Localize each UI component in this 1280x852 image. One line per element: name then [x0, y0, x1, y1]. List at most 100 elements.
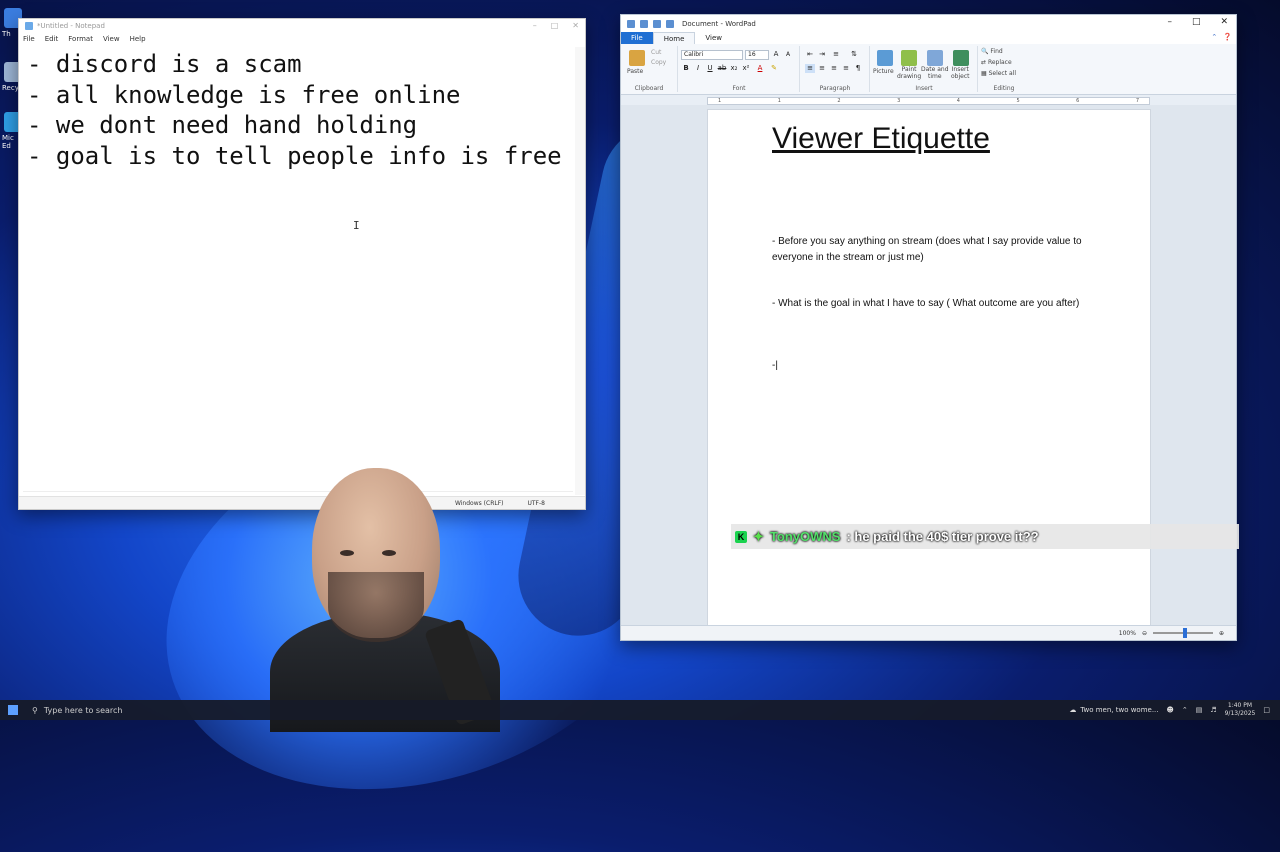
- replace-button[interactable]: ⇄ Replace: [981, 59, 1012, 66]
- strikethrough-icon[interactable]: ab: [717, 64, 727, 73]
- collapse-ribbon-icon[interactable]: ⌃: [1211, 33, 1217, 41]
- menu-help[interactable]: Help: [130, 35, 146, 43]
- ribbon-help-area: ⌃ ❓: [1211, 33, 1232, 41]
- tab-home[interactable]: Home: [652, 31, 696, 45]
- paragraph-settings-icon[interactable]: ¶: [853, 64, 863, 73]
- highlight-icon[interactable]: ✎: [769, 64, 779, 73]
- select-all-button[interactable]: ▦ Select all: [981, 70, 1016, 77]
- menu-format[interactable]: Format: [68, 35, 93, 43]
- tab-view[interactable]: View: [695, 32, 732, 44]
- zoom-in-icon[interactable]: ⊕: [1219, 630, 1224, 637]
- wordpad-titlebar[interactable]: Document - WordPad – □ ✕: [621, 15, 1236, 32]
- menu-edit[interactable]: Edit: [45, 35, 59, 43]
- news-icon: ☁: [1069, 706, 1077, 714]
- grow-font-icon[interactable]: A: [771, 50, 781, 59]
- copy-button[interactable]: Copy: [651, 59, 666, 66]
- minimize-icon[interactable]: –: [533, 21, 537, 30]
- find-label: Find: [990, 48, 1003, 55]
- shrink-font-icon[interactable]: A: [783, 50, 793, 59]
- font-size-select[interactable]: 16: [745, 50, 769, 60]
- ribbon-group-clipboard: Paste Cut Copy Clipboard: [621, 46, 678, 92]
- paint-drawing-button[interactable]: Paint drawing: [897, 66, 921, 80]
- ruler-tick: 4: [956, 98, 960, 104]
- decrease-indent-icon[interactable]: ⇤: [805, 50, 815, 59]
- document-title: Viewer Etiquette: [772, 122, 990, 155]
- notification-icon[interactable]: □: [1263, 706, 1270, 714]
- justify-icon[interactable]: ≡: [841, 64, 851, 73]
- redo-icon[interactable]: [666, 19, 674, 28]
- tab-file[interactable]: File: [621, 32, 653, 44]
- sparkle-badge-icon: ✦: [753, 528, 764, 544]
- notepad-titlebar[interactable]: *Untitled - Notepad: [19, 19, 585, 33]
- taskbar: ⚲ Type here to search ☁ Two men, two wom…: [0, 700, 1280, 720]
- save-icon[interactable]: [640, 19, 648, 28]
- menu-file[interactable]: File: [23, 35, 35, 43]
- people-icon[interactable]: ☻: [1167, 706, 1174, 714]
- notepad-icon: [25, 22, 33, 30]
- date-time-icon[interactable]: [927, 50, 943, 66]
- quick-access-toolbar: [627, 19, 674, 28]
- zoom-out-icon[interactable]: ⊖: [1142, 630, 1147, 637]
- italic-icon[interactable]: I: [693, 64, 703, 73]
- subscript-icon[interactable]: x₂: [729, 64, 739, 73]
- paste-button[interactable]: Paste: [627, 68, 643, 75]
- picture-button[interactable]: Picture: [873, 68, 894, 75]
- align-center-icon[interactable]: ≡: [817, 64, 827, 73]
- bold-icon[interactable]: B: [681, 64, 691, 73]
- notepad-line: - all knowledge is free online: [27, 80, 461, 109]
- underline-icon[interactable]: U: [705, 64, 715, 73]
- superscript-icon[interactable]: x²: [741, 64, 751, 73]
- desktop-icon-label: Recy: [2, 84, 19, 92]
- picture-icon[interactable]: [877, 50, 893, 66]
- ribbon-group-label: Clipboard: [634, 85, 664, 92]
- notepad-window: *Untitled - Notepad – □ ✕ File Edit Form…: [18, 18, 586, 510]
- replace-label: Replace: [987, 59, 1012, 66]
- align-right-icon[interactable]: ≡: [829, 64, 839, 73]
- bullet-list-icon[interactable]: ≡: [831, 50, 841, 59]
- windows-start-icon[interactable]: [8, 705, 18, 715]
- zoom-slider[interactable]: [1152, 628, 1213, 638]
- maximize-icon[interactable]: □: [551, 21, 559, 30]
- search-placeholder: Type here to search: [43, 705, 123, 715]
- date-time-button[interactable]: Date and time: [921, 66, 949, 80]
- desktop-icon-label: Mic Ed: [2, 134, 14, 150]
- insert-object-button[interactable]: Insert object: [951, 66, 970, 80]
- notepad-window-controls: – □ ✕: [533, 21, 579, 30]
- ruler-tick: 7: [1135, 98, 1139, 104]
- select-all-label: Select all: [988, 70, 1017, 77]
- taskbar-search[interactable]: ⚲ Type here to search: [26, 700, 232, 720]
- ruler-tick: 1: [777, 98, 781, 104]
- paint-drawing-icon[interactable]: [901, 50, 917, 66]
- align-left-icon[interactable]: ≡: [805, 64, 815, 73]
- network-icon[interactable]: ▤: [1196, 706, 1203, 714]
- find-button[interactable]: 🔍 Find: [981, 48, 1003, 55]
- close-icon[interactable]: ✕: [572, 21, 579, 30]
- help-icon[interactable]: ❓: [1223, 33, 1232, 41]
- news-headline: Two men, two wome...: [1080, 706, 1159, 714]
- undo-icon[interactable]: [653, 19, 661, 28]
- notepad-title: *Untitled - Notepad: [37, 22, 105, 30]
- insert-object-icon[interactable]: [953, 50, 969, 66]
- news-widget[interactable]: ☁ Two men, two wome...: [1069, 706, 1158, 714]
- text-color-icon[interactable]: A: [755, 64, 765, 73]
- clock[interactable]: 1:40 PM 9/13/2025: [1225, 702, 1256, 718]
- ribbon-group-label: Editing: [993, 85, 1015, 92]
- cut-button[interactable]: Cut: [651, 49, 661, 56]
- notepad-vertical-scrollbar[interactable]: [575, 47, 585, 495]
- line-spacing-icon[interactable]: ⇅: [849, 50, 859, 59]
- notepad-text-area[interactable]: - discord is a scam - all knowledge is fr…: [27, 49, 577, 487]
- zoom-level: 100%: [1118, 629, 1136, 637]
- chat-message-text: : he paid the 40$ tier prove it??: [846, 529, 1039, 544]
- tray-chevron-icon[interactable]: ⌃: [1182, 706, 1188, 714]
- volume-icon[interactable]: ♬: [1210, 706, 1216, 714]
- maximize-icon[interactable]: □: [1192, 17, 1201, 27]
- menu-view[interactable]: View: [103, 35, 120, 43]
- zoom-slider-thumb[interactable]: [1182, 628, 1187, 638]
- increase-indent-icon[interactable]: ⇥: [817, 50, 827, 59]
- minimize-icon[interactable]: –: [1167, 17, 1172, 27]
- ruler-tick: 2: [837, 98, 841, 104]
- font-family-select[interactable]: Calibri: [681, 50, 743, 60]
- paste-icon[interactable]: [629, 50, 645, 66]
- close-icon[interactable]: ✕: [1220, 17, 1228, 27]
- clock-date: 9/13/2025: [1224, 710, 1256, 717]
